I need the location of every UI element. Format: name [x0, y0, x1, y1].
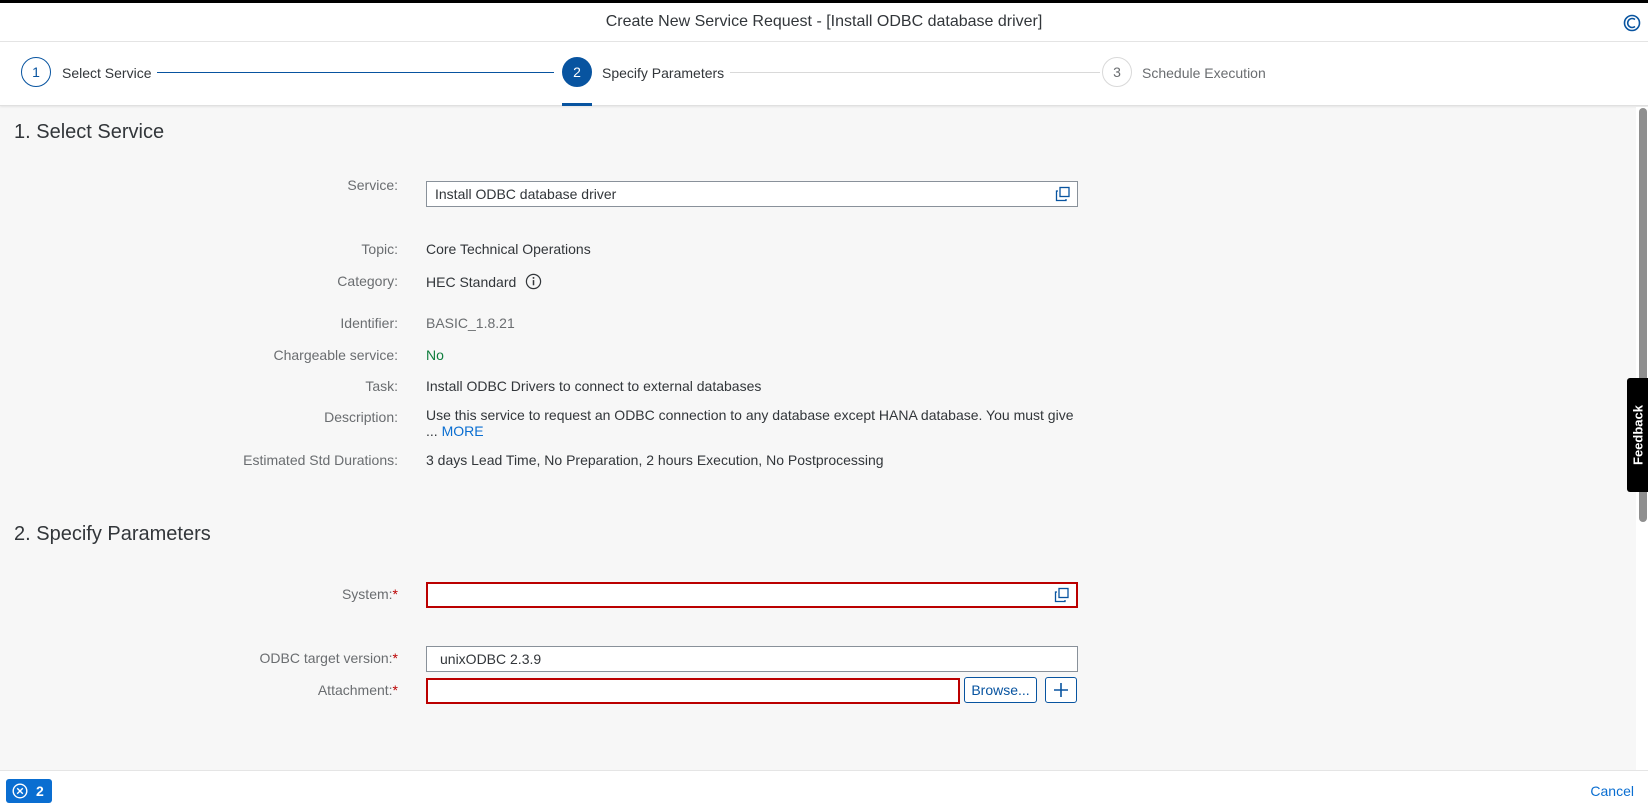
wizard-step-1-number[interactable]: 1 — [21, 57, 51, 87]
value-help-icon[interactable] — [1054, 587, 1070, 603]
task-label: Task: — [365, 378, 398, 394]
feedback-label: Feedback — [1630, 405, 1645, 465]
message-popover-button[interactable]: 2 — [6, 779, 52, 803]
wizard-progress: 1 Select Service 2 Specify Parameters 3 … — [0, 42, 1648, 106]
category-value: HEC Standard — [426, 273, 542, 290]
cancel-button[interactable]: Cancel — [1590, 783, 1634, 799]
dialog-title: Create New Service Request - [Install OD… — [605, 13, 1043, 30]
feedback-tab[interactable]: Feedback — [1627, 378, 1648, 492]
attachment-label-text: Attachment: — [317, 682, 393, 698]
more-link[interactable]: MORE — [442, 423, 484, 439]
odbc-version-value: unixODBC 2.3.9 — [440, 651, 542, 667]
wizard-active-indicator — [562, 103, 592, 106]
durations-label: Estimated Std Durations: — [243, 452, 398, 468]
section-specify-parameters-title: 2. Specify Parameters — [14, 523, 211, 545]
category-text: HEC Standard — [426, 274, 517, 290]
system-field[interactable] — [426, 582, 1078, 608]
task-value: Install ODBC Drivers to connect to exter… — [426, 378, 762, 394]
dialog-header: Create New Service Request - [Install OD… — [0, 3, 1648, 42]
required-indicator: * — [392, 586, 398, 602]
add-attachment-button[interactable] — [1045, 677, 1077, 703]
error-icon — [12, 783, 28, 799]
section-select-service-title: 1. Select Service — [14, 121, 165, 143]
message-count: 2 — [36, 783, 44, 799]
description-value: Use this service to request an ODBC conn… — [426, 407, 1074, 423]
service-field[interactable]: Install ODBC database driver — [426, 181, 1078, 207]
required-indicator: * — [392, 650, 398, 666]
wizard-step-1-label[interactable]: Select Service — [62, 65, 151, 81]
topic-value: Core Technical Operations — [426, 241, 591, 257]
dialog-footer: 2 Cancel — [0, 770, 1648, 809]
system-label-text: System: — [341, 586, 393, 602]
service-label: Service: — [347, 177, 398, 193]
durations-value: 3 days Lead Time, No Preparation, 2 hour… — [426, 452, 884, 468]
service-field-value: Install ODBC database driver — [435, 186, 617, 202]
wizard-step-2-number[interactable]: 2 — [562, 57, 592, 87]
copilot-icon[interactable] — [1622, 13, 1642, 33]
value-help-icon[interactable] — [1055, 186, 1071, 202]
chargeable-value: No — [426, 347, 444, 363]
wizard-connector-1 — [157, 72, 554, 73]
browse-button[interactable]: Browse... — [964, 677, 1037, 703]
odbc-version-label-text: ODBC target version: — [259, 650, 393, 666]
attachment-label: Attachment:* — [318, 682, 398, 698]
identifier-value: BASIC_1.8.21 — [426, 315, 515, 331]
chargeable-label: Chargeable service: — [273, 347, 398, 363]
topic-label: Topic: — [361, 241, 398, 257]
add-icon — [1054, 683, 1068, 697]
wizard-step-2-label[interactable]: Specify Parameters — [602, 65, 724, 81]
required-indicator: * — [392, 682, 398, 698]
identifier-label: Identifier: — [340, 315, 398, 331]
form-content: 1. Select Service Service: Install ODBC … — [0, 107, 1636, 770]
wizard-step-3-label[interactable]: Schedule Execution — [1142, 65, 1266, 81]
description-label: Description: — [324, 409, 398, 425]
odbc-version-label: ODBC target version:* — [259, 650, 398, 666]
info-icon[interactable] — [525, 273, 542, 290]
odbc-version-field[interactable]: unixODBC 2.3.9 — [426, 646, 1078, 672]
description-more: ... MORE — [426, 423, 484, 439]
attachment-field[interactable] — [426, 678, 960, 704]
system-label: System:* — [342, 586, 398, 602]
description-ellipsis: ... — [426, 423, 438, 439]
category-label: Category: — [337, 273, 398, 289]
wizard-step-3-number[interactable]: 3 — [1102, 57, 1132, 87]
wizard-connector-2 — [730, 72, 1100, 73]
